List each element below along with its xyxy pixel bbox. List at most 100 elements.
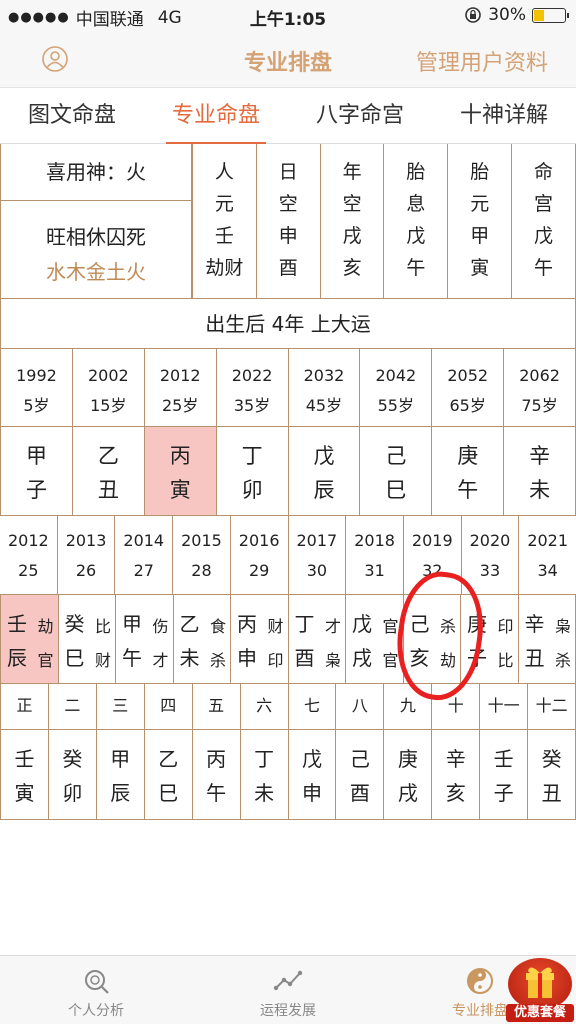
tiangan: 癸: [64, 612, 85, 636]
dayun-year-cell[interactable]: 2042 55岁: [359, 349, 431, 426]
month-label-cell[interactable]: 八: [335, 684, 383, 729]
liunian-ganzhi-cell[interactable]: 丙申财印: [230, 595, 288, 683]
liunian-year-cell[interactable]: 2013 26: [56, 516, 115, 594]
liunian-ganzhi-cell[interactable]: 壬辰劫官: [0, 595, 58, 683]
dayun-year-cell[interactable]: 2062 75岁: [503, 349, 576, 426]
liunian-ganzhi-cell[interactable]: 庚子印比: [460, 595, 518, 683]
month-ganzhi-cell[interactable]: 丙午: [191, 730, 240, 819]
liunian-ganzhi-cell[interactable]: 辛丑枭杀: [517, 595, 576, 683]
battery-icon: [532, 7, 569, 23]
wangxiang-label: 旺相休囚死: [46, 225, 146, 249]
tab-shishen-xiangjie[interactable]: 十神详解: [454, 88, 554, 144]
month-ganzhi-cell[interactable]: 甲辰: [95, 730, 144, 819]
shishen-pair: 枭杀: [555, 607, 571, 683]
liunian-year-cell[interactable]: 2020 33: [460, 516, 519, 594]
month-ganzhi-cell[interactable]: 丁未: [239, 730, 288, 819]
info-char: 劫财: [205, 257, 244, 279]
liunian-ganzhi-cell[interactable]: 戊戌官官: [345, 595, 403, 683]
dayun-year-cell[interactable]: 2032 45岁: [287, 349, 360, 426]
wangxiang-panel: 旺相休囚死 水木金土火: [0, 201, 192, 299]
dizhi: 午: [457, 478, 479, 502]
liunian-year: 2015: [181, 531, 222, 550]
liunian-ganzhi-cell[interactable]: 乙未食杀: [172, 595, 231, 683]
dayun-year-cell[interactable]: 2022 35岁: [215, 349, 288, 426]
dayun-year-cell[interactable]: 2012 25岁: [143, 349, 216, 426]
month-label-cell[interactable]: 九: [383, 684, 431, 729]
month-label-cell[interactable]: 五: [191, 684, 240, 729]
tiangan: 己: [385, 444, 407, 468]
dayun-ganzhi-cell[interactable]: 己巳: [359, 427, 431, 515]
manage-profile-button[interactable]: 管理用户资料: [416, 45, 548, 77]
month-label-cell[interactable]: 十一: [479, 684, 527, 729]
bottom-tab-fortune[interactable]: 运程发展: [192, 956, 384, 1024]
dayun-ganzhi-cell[interactable]: 辛未: [503, 427, 576, 515]
month-ganzhi-cell[interactable]: 乙巳: [143, 730, 192, 819]
battery-percent: 30%: [488, 5, 526, 25]
promo-label: 优惠套餐: [506, 1004, 574, 1022]
dayun-ganzhi-cell[interactable]: 甲子: [0, 427, 72, 515]
dayun-ganzhi-cell[interactable]: 丁卯: [215, 427, 288, 515]
liunian-year: 2012: [7, 531, 49, 550]
dizhi: 巳: [158, 781, 179, 805]
dayun-year: 2052: [447, 366, 489, 385]
month-label-cell[interactable]: 十: [431, 684, 479, 729]
shishen: 枭: [554, 617, 571, 636]
month-ganzhi-cell[interactable]: 癸卯: [47, 730, 96, 819]
dayun-ganzhi-cell[interactable]: 丙寅: [143, 427, 216, 515]
liunian-year-cell[interactable]: 2017 30: [287, 516, 346, 594]
dayun-years-row: 1992 5岁 2002 15岁 2012 25岁 2022 35岁 2032 45岁 2042 55…: [0, 349, 576, 427]
dayun-ganzhi-cell[interactable]: 乙丑: [71, 427, 144, 515]
month-label-cell[interactable]: 二: [47, 684, 96, 729]
month-label-cell[interactable]: 十二: [527, 684, 576, 729]
liunian-year-cell[interactable]: 2014 27: [114, 516, 172, 594]
dayun-year-cell[interactable]: 1992 5岁: [0, 349, 72, 426]
liunian-year-cell[interactable]: 2015 28: [172, 516, 230, 594]
liunian-years-row: 2012 25 2013 26 2014 27 2015 28 2016 29 2017 30 2018…: [0, 516, 576, 594]
month-ganzhi-cell[interactable]: 壬寅: [0, 730, 48, 819]
liunian-year-cell[interactable]: 2021 34: [518, 516, 576, 594]
month-label-cell[interactable]: 四: [143, 684, 192, 729]
shishen-pair: 比财: [95, 607, 111, 683]
month-ganzhi-cell[interactable]: 庚戌: [383, 730, 431, 819]
month-ganzhi-cell[interactable]: 壬子: [479, 730, 527, 819]
month-label-cell[interactable]: 六: [239, 684, 288, 729]
ganzhi-pair: 甲午: [122, 607, 142, 683]
info-column: 人 元 壬 劫财: [192, 144, 257, 299]
tiangan: 丙: [169, 444, 191, 468]
month-label-cell[interactable]: 七: [287, 684, 336, 729]
shishen: 比: [94, 617, 111, 636]
info-char: 息: [406, 193, 426, 215]
liunian-year-cell[interactable]: 2018 31: [345, 516, 403, 594]
shishen-pair: 食杀: [210, 607, 226, 683]
dayun-ganzhi-cell[interactable]: 戊辰: [287, 427, 360, 515]
month-ganzhi-cell[interactable]: 戊申: [287, 730, 336, 819]
month-ganzhi-cell[interactable]: 己酉: [335, 730, 383, 819]
tiangan: 庚: [467, 612, 487, 636]
dizhi: 丑: [541, 781, 562, 805]
promo-button[interactable]: 优惠套餐: [506, 958, 574, 1022]
shishen-pair: 伤才: [152, 607, 168, 683]
liunian-ganzhi-cell[interactable]: 癸巳比财: [57, 595, 116, 683]
tab-bazi-minggong[interactable]: 八字命宫: [310, 88, 410, 144]
tab-zhuanye-mingpan[interactable]: 专业命盘: [165, 88, 267, 144]
dayun-ganzhi-cell[interactable]: 庚午: [431, 427, 503, 515]
info-column: 胎 元 甲 寅: [448, 144, 513, 299]
tiangan: 乙: [179, 612, 200, 636]
tab-tuwen-mingpan[interactable]: 图文命盘: [22, 88, 122, 144]
liunian-year-cell[interactable]: 2019 32: [402, 516, 461, 594]
dayun-year-cell[interactable]: 2002 15岁: [71, 349, 144, 426]
liunian-ganzhi-cell[interactable]: 丁酉才枭: [287, 595, 346, 683]
month-ganzhi-cell[interactable]: 辛亥: [431, 730, 479, 819]
month-label-cell[interactable]: 三: [95, 684, 144, 729]
dayun-age: 35岁: [233, 396, 271, 415]
liunian-ganzhi-cell[interactable]: 己亥杀劫: [402, 595, 461, 683]
month-label-cell[interactable]: 正: [0, 684, 48, 729]
dayun-year-cell[interactable]: 2052 65岁: [431, 349, 503, 426]
bottom-tab-personal[interactable]: 个人分析: [0, 956, 192, 1024]
liunian-year-cell[interactable]: 2016 29: [229, 516, 288, 594]
liunian-year-cell[interactable]: 2012 25: [0, 516, 57, 594]
dizhi: 未: [179, 646, 200, 670]
status-bar: ●●●●● 中国联通 4G 上午1:05 30%: [0, 0, 576, 30]
month-ganzhi-cell[interactable]: 癸丑: [527, 730, 576, 819]
liunian-ganzhi-cell[interactable]: 甲午伤才: [115, 595, 173, 683]
